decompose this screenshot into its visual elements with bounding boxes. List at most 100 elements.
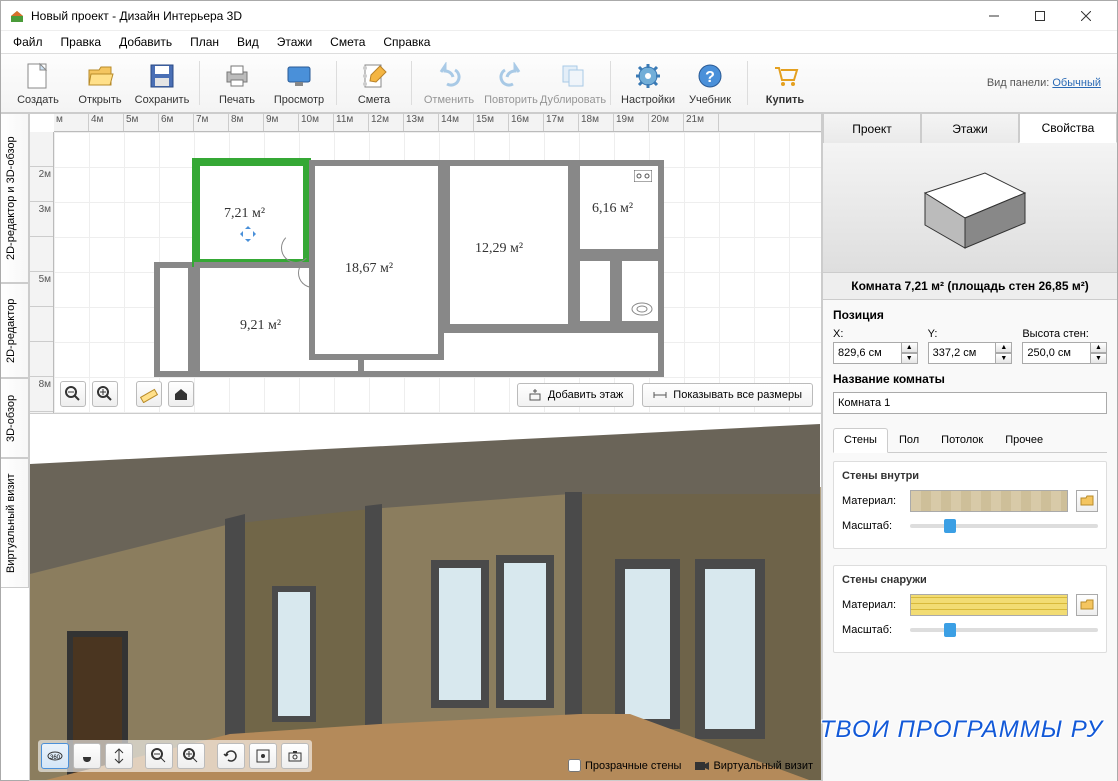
- menu-plan[interactable]: План: [182, 33, 227, 51]
- window-title: Новый проект - Дизайн Интерьера 3D: [31, 9, 971, 23]
- subtab-floor[interactable]: Пол: [888, 428, 930, 452]
- toolbar: Создать Открыть Сохранить Печать Просмот…: [1, 53, 1117, 113]
- room-box-icon: [905, 163, 1035, 253]
- close-button[interactable]: [1063, 1, 1109, 31]
- outside-scale-slider[interactable]: [910, 628, 1098, 632]
- screenshot-button[interactable]: [281, 743, 309, 769]
- panel-mode-link[interactable]: Обычный: [1052, 77, 1101, 89]
- minimize-button[interactable]: [971, 1, 1017, 31]
- measure-button[interactable]: [136, 381, 162, 407]
- svg-text:?: ?: [705, 69, 715, 86]
- room-bath-2[interactable]: [616, 255, 664, 327]
- settings-button[interactable]: Настройки: [617, 58, 679, 108]
- titlebar: Новый проект - Дизайн Интерьера 3D: [1, 1, 1117, 31]
- plan-2d-view[interactable]: м4м5м6м7м8м9м10м11м12м13м14м15м16м17м18м…: [30, 114, 821, 414]
- reset-view-button[interactable]: [217, 743, 245, 769]
- plan-canvas[interactable]: 7,21 м² 9,21 м² 18,67 м² 12,29 м² 6,16 м…: [54, 132, 821, 413]
- tab-vvisit[interactable]: Виртуальный визит: [1, 458, 29, 588]
- tab-2d[interactable]: 2D-редактор: [1, 283, 29, 378]
- menu-view[interactable]: Вид: [229, 33, 267, 51]
- pan-button[interactable]: [73, 743, 101, 769]
- transparent-walls-checkbox[interactable]: Прозрачные стены: [568, 759, 681, 772]
- tab-properties[interactable]: Свойства: [1019, 113, 1117, 143]
- menu-file[interactable]: Файл: [5, 33, 51, 51]
- save-button[interactable]: Сохранить: [131, 58, 193, 108]
- estimate-icon: [360, 62, 388, 90]
- tab-2d-3d[interactable]: 2D-редактор и 3D-обзор: [1, 113, 29, 283]
- toilet-icon: [630, 301, 654, 317]
- inside-material-browse[interactable]: [1076, 490, 1098, 512]
- zoom-out-button[interactable]: [60, 381, 86, 407]
- duplicate-button[interactable]: Дублировать: [542, 58, 604, 108]
- new-icon: [24, 62, 52, 90]
- room-name-input[interactable]: [833, 392, 1107, 414]
- gear-icon: [634, 62, 662, 90]
- room-hall-left[interactable]: [154, 262, 194, 377]
- print-button[interactable]: Печать: [206, 58, 268, 108]
- pos-x-input[interactable]: ▲▼: [833, 342, 918, 364]
- outside-material-browse[interactable]: [1076, 594, 1098, 616]
- redo-button[interactable]: Повторить: [480, 58, 542, 108]
- room-name-header: Название комнаты: [833, 372, 1107, 386]
- stove-icon: [634, 170, 652, 182]
- camera-icon: [695, 761, 709, 771]
- maximize-button[interactable]: [1017, 1, 1063, 31]
- menu-floors[interactable]: Этажи: [269, 33, 320, 51]
- preview-icon: [285, 62, 313, 90]
- walls-outside-section: Стены снаружи Материал: Масштаб:: [833, 565, 1107, 653]
- subtab-other[interactable]: Прочее: [994, 428, 1054, 452]
- wall-height-input[interactable]: ▲▼: [1022, 342, 1107, 364]
- tab-floors[interactable]: Этажи: [921, 113, 1019, 143]
- pos-y-input[interactable]: ▲▼: [928, 342, 1013, 364]
- dims-icon: [653, 388, 667, 402]
- add-floor-icon: [528, 388, 542, 402]
- inside-scale-slider[interactable]: [910, 524, 1098, 528]
- home-button[interactable]: [168, 381, 194, 407]
- panel-mode: Вид панели: Обычный: [987, 77, 1111, 89]
- room-bath-1[interactable]: [574, 255, 616, 327]
- menu-estimate[interactable]: Смета: [322, 33, 373, 51]
- buy-button[interactable]: Купить: [754, 58, 816, 108]
- menu-add[interactable]: Добавить: [111, 33, 180, 51]
- dolly-button[interactable]: [105, 743, 133, 769]
- view3d-options: Прозрачные стены Виртуальный визит: [568, 759, 813, 772]
- room-3[interactable]: 18,67 м²: [309, 160, 444, 360]
- zoom-out-3d-button[interactable]: [145, 743, 173, 769]
- plan-tools: [60, 381, 194, 407]
- menu-edit[interactable]: Правка: [53, 33, 110, 51]
- room-thumb: [823, 143, 1117, 273]
- estimate-button[interactable]: Смета: [343, 58, 405, 108]
- room-5[interactable]: 6,16 м²: [574, 160, 664, 255]
- walls-inside-section: Стены внутри Материал: Масштаб:: [833, 461, 1107, 549]
- fit-view-button[interactable]: [249, 743, 277, 769]
- inside-material-swatch[interactable]: [910, 490, 1068, 512]
- subtab-walls[interactable]: Стены: [833, 428, 888, 453]
- move-handle-icon[interactable]: [240, 226, 256, 242]
- cart-icon: [771, 62, 799, 90]
- orbit-button[interactable]: 360: [41, 743, 69, 769]
- add-floor-button[interactable]: Добавить этаж: [517, 383, 634, 407]
- tab-project[interactable]: Проект: [823, 113, 921, 143]
- open-button[interactable]: Открыть: [69, 58, 131, 108]
- preview-button[interactable]: Просмотр: [268, 58, 330, 108]
- room-4[interactable]: 12,29 м²: [444, 160, 574, 330]
- zoom-in-button[interactable]: [92, 381, 118, 407]
- svg-text:360: 360: [50, 755, 61, 761]
- view-3d[interactable]: 360 Прозрачные стены Виртуальный визит: [30, 414, 821, 780]
- virtual-visit-button[interactable]: Виртуальный визит: [695, 760, 813, 772]
- view3d-tools: 360: [38, 740, 312, 772]
- help-button[interactable]: ?Учебник: [679, 58, 741, 108]
- view-3d-scene: [30, 414, 821, 780]
- menu-help[interactable]: Справка: [375, 33, 438, 51]
- properties-panel: Проект Этажи Свойства Комната 7,21 м² (п…: [822, 113, 1117, 781]
- zoom-in-3d-button[interactable]: [177, 743, 205, 769]
- print-icon: [223, 62, 251, 90]
- new-button[interactable]: Создать: [7, 58, 69, 108]
- undo-icon: [435, 62, 463, 90]
- tab-3d[interactable]: 3D-обзор: [1, 378, 29, 458]
- undo-button[interactable]: Отменить: [418, 58, 480, 108]
- subtab-ceiling[interactable]: Потолок: [930, 428, 994, 452]
- outside-material-swatch[interactable]: [910, 594, 1068, 616]
- show-dims-button[interactable]: Показывать все размеры: [642, 383, 813, 407]
- room-1-selected[interactable]: 7,21 м²: [194, 160, 309, 265]
